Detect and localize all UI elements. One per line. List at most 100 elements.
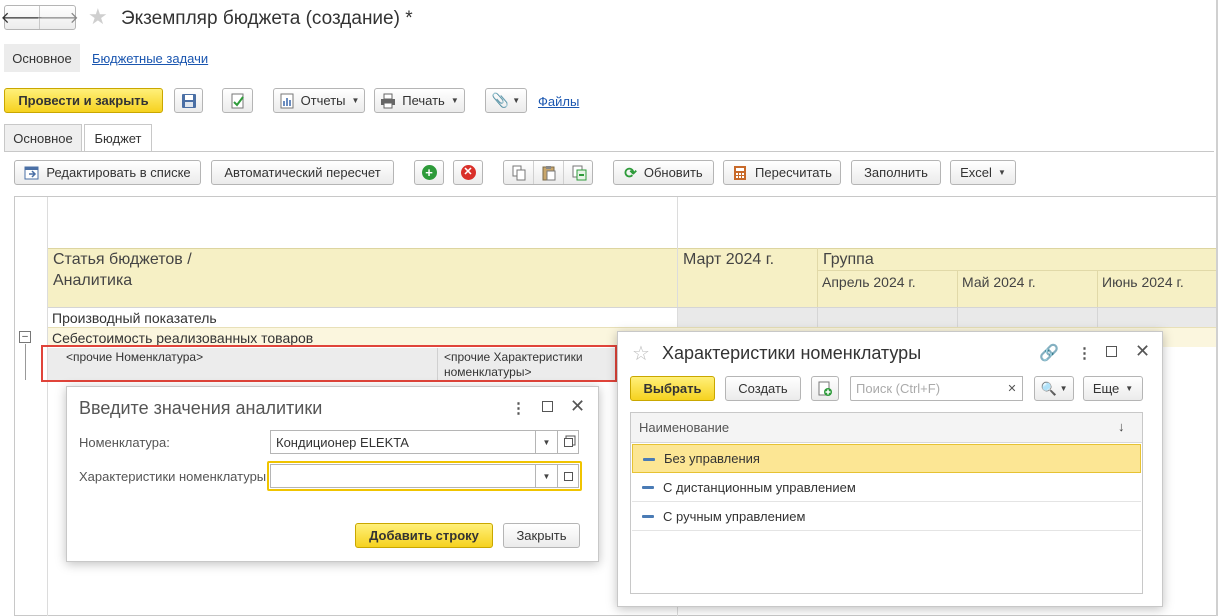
paste-icon[interactable] — [534, 161, 564, 184]
document-check-icon — [230, 93, 246, 109]
attach-button[interactable]: 📎 ▼ — [485, 88, 527, 113]
refresh-button[interactable]: ⟳ Обновить — [613, 160, 714, 185]
recalculate-button[interactable]: Пересчитать — [723, 160, 841, 185]
row-line — [957, 308, 958, 327]
search-button[interactable]: 🔍 ▼ — [1034, 376, 1074, 401]
list-item-label: С ручным управлением — [663, 508, 806, 524]
chevron-down-icon: ▼ — [450, 96, 459, 105]
more-button[interactable]: Еще ▼ — [1083, 376, 1143, 401]
item-marker-icon — [642, 515, 654, 518]
header-subrow-line — [818, 270, 1218, 271]
list-item[interactable]: Без управления — [632, 444, 1141, 473]
list-item[interactable]: С дистанционным управлением — [632, 473, 1141, 502]
report-icon — [279, 93, 295, 109]
calculator-icon — [732, 165, 748, 181]
excel-button[interactable]: Excel ▼ — [950, 160, 1016, 185]
nomenclature-label: Номенклатура: — [79, 435, 170, 450]
nomenclature-dropdown-button[interactable]: ▼ — [536, 430, 558, 454]
print-button[interactable]: Печать ▼ — [374, 88, 465, 113]
add-row-button[interactable]: + — [414, 160, 444, 185]
clipboard-group — [503, 160, 593, 185]
column-header-march[interactable]: Март 2024 г. — [683, 251, 774, 269]
column-header-analytics[interactable]: Аналитика — [53, 272, 132, 290]
analytics-dialog-title: Введите значения аналитики — [79, 398, 323, 418]
close-icon[interactable]: ✕ — [1135, 341, 1150, 362]
open-window-icon — [563, 437, 573, 447]
chevron-down-icon: ▼ — [542, 437, 551, 447]
close-dialog-button[interactable]: Закрыть — [503, 523, 580, 548]
characteristics-dropdown-button[interactable]: ▼ — [536, 464, 558, 488]
excel-label: Excel — [960, 165, 992, 180]
search-input[interactable]: Поиск (Ctrl+F) — [850, 376, 1003, 401]
maximize-icon[interactable] — [1106, 346, 1117, 357]
save-button[interactable] — [174, 88, 203, 113]
plus-circle-icon: + — [421, 165, 437, 180]
chevron-down-icon: ▼ — [351, 96, 360, 105]
post-and-close-button[interactable]: Провести и закрыть — [4, 88, 163, 113]
search-placeholder: Поиск (Ctrl+F) — [856, 381, 941, 396]
column-header-name[interactable]: Наименование — [639, 420, 729, 435]
tree-line — [25, 344, 26, 380]
copy-icon[interactable] — [504, 161, 534, 184]
select-button[interactable]: Выбрать — [630, 376, 715, 401]
chevron-down-icon: ▼ — [1125, 384, 1134, 393]
characteristics-list: Наименование ↓ Без управления С дистанци… — [630, 412, 1143, 594]
more-vertical-icon[interactable]: ⋮ — [1077, 344, 1092, 362]
create-button[interactable]: Создать — [725, 376, 801, 401]
link-icon[interactable]: 🔗 — [1039, 343, 1059, 363]
recalculate-label: Пересчитать — [755, 165, 832, 180]
forward-arrow-icon[interactable]: 🡒 — [36, 6, 79, 29]
characteristics-dialog-title: Характеристики номенклатуры — [662, 343, 922, 363]
column-header-article[interactable]: Статья бюджетов / — [53, 251, 192, 269]
list-item-label: Без управления — [664, 451, 760, 466]
files-link[interactable]: Файлы — [538, 94, 579, 109]
star-icon[interactable]: ★ — [88, 5, 108, 29]
reports-label: Отчеты — [300, 93, 346, 108]
nav-main[interactable]: Основное — [4, 44, 80, 72]
star-icon[interactable]: ☆ — [632, 341, 650, 366]
edit-in-list-button[interactable]: Редактировать в списке — [14, 160, 201, 185]
post-button[interactable] — [222, 88, 253, 113]
back-arrow-icon[interactable]: 🡐 — [1, 6, 43, 29]
cross-circle-icon: ✕ — [460, 165, 476, 180]
close-icon[interactable]: ✕ — [570, 396, 585, 417]
auto-recalc-button[interactable]: Автоматический пересчет — [211, 160, 394, 185]
print-label: Печать — [402, 93, 445, 108]
column-header-may[interactable]: Май 2024 г. — [962, 274, 1036, 290]
paste-special-icon[interactable] — [564, 161, 593, 184]
printer-icon — [380, 93, 396, 109]
row-cost-of-goods[interactable]: Себестоимость реализованных товаров — [52, 330, 313, 346]
nomenclature-open-button[interactable] — [558, 430, 579, 454]
more-vertical-icon[interactable]: ⋮ — [511, 399, 526, 417]
nav-budget-tasks[interactable]: Бюджетные задачи — [92, 51, 208, 66]
sort-arrow-icon[interactable]: ↓ — [1118, 419, 1125, 434]
row1-values — [678, 308, 1218, 327]
row-line — [1097, 308, 1098, 327]
magnifier-icon: 🔍 — [1040, 380, 1057, 396]
tab-budget[interactable]: Бюджет — [84, 124, 152, 152]
fill-button[interactable]: Заполнить — [851, 160, 941, 185]
open-window-icon — [563, 471, 573, 481]
characteristics-input[interactable] — [270, 464, 536, 488]
highlight-frame — [41, 345, 617, 382]
chevron-down-icon: ▼ — [1059, 384, 1068, 393]
nomenclature-input[interactable]: Кондиционер ELEKTA — [270, 430, 536, 454]
column-header-group[interactable]: Группа — [823, 251, 874, 269]
search-clear-button[interactable]: ✕ — [1002, 376, 1023, 401]
tab-main[interactable]: Основное — [4, 124, 82, 151]
collapse-toggle-icon[interactable]: – — [19, 331, 31, 343]
analytics-dialog: Введите значения аналитики ⋮ ✕ Номенклат… — [66, 386, 599, 562]
create-copy-button[interactable] — [811, 376, 839, 401]
row-derived-indicator[interactable]: Производный показатель — [52, 310, 217, 326]
header-sep-line — [817, 248, 818, 307]
column-header-april[interactable]: Апрель 2024 г. — [822, 274, 916, 290]
column-header-june[interactable]: Июнь 2024 г. — [1102, 274, 1184, 290]
reports-button[interactable]: Отчеты ▼ — [273, 88, 365, 113]
list-item[interactable]: С ручным управлением — [632, 502, 1141, 531]
maximize-icon[interactable] — [542, 401, 553, 412]
edit-in-list-label: Редактировать в списке — [46, 165, 191, 180]
delete-row-button[interactable]: ✕ — [453, 160, 483, 185]
characteristics-open-button[interactable] — [558, 464, 579, 488]
add-row-dialog-button[interactable]: Добавить строку — [355, 523, 493, 548]
header-sep-line — [957, 271, 958, 307]
